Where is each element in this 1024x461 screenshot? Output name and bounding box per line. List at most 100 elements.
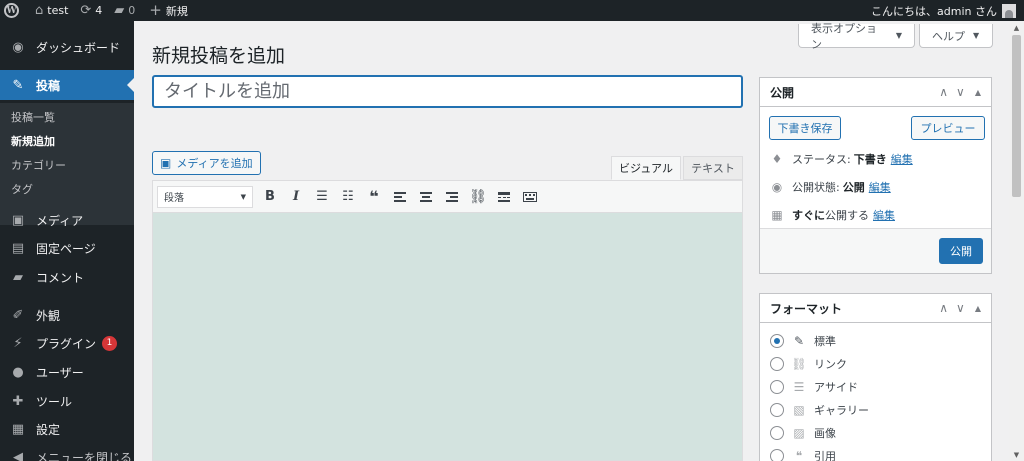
align-left-button[interactable] [387,185,413,209]
bullet-list-button[interactable]: ☰ [309,185,335,209]
format-option-gallery[interactable]: ▧ ギャラリー [770,402,869,418]
menu-plugins[interactable]: ⚡ プラグイン 1 [0,328,134,358]
plugins-update-badge: 1 [102,335,118,351]
italic-icon: I [292,189,300,204]
align-right-button[interactable] [439,185,465,209]
radio-button[interactable] [770,334,784,348]
align-center-button[interactable] [413,185,439,209]
updates-link[interactable]: ⟳ 4 [74,0,108,21]
menu-appearance[interactable]: ✐ 外観 [0,300,134,330]
menu-dashboard[interactable]: ◉ ダッシュボード [0,32,134,62]
add-media-button[interactable]: ▣ メディアを追加 [152,151,261,175]
scroll-down-arrow-icon[interactable]: ▼ [1009,448,1024,461]
menu-comments-label: コメント [36,270,85,285]
bold-button[interactable]: B [257,185,283,209]
collapse-arrow-icon: ◀ [13,449,23,461]
edit-schedule-link[interactable]: 編集 [873,207,895,223]
submenu-all-posts[interactable]: 投稿一覧 [11,109,55,125]
screen-options-label: 表示オプション [811,21,877,51]
page-scrollbar[interactable]: ▲ ▼ [1009,21,1024,461]
menu-tools[interactable]: ✚ ツール [0,386,134,416]
content-editor[interactable] [152,213,743,461]
menu-comments[interactable]: ▰ コメント [0,262,134,292]
toggle-panel-icon[interactable]: ▲ [975,88,981,97]
insert-link-button[interactable]: ⛓ [465,185,491,209]
move-up-icon[interactable]: ∧ [939,85,948,99]
keyboard-icon [523,191,537,202]
edit-status-link[interactable]: 編集 [891,151,913,167]
format-option-link[interactable]: ⛓ リンク [770,356,847,372]
menu-settings[interactable]: ▦ 設定 [0,414,134,444]
format-option-label: アサイド [814,381,858,394]
move-up-icon[interactable]: ∧ [939,301,948,315]
media-icon: ▣ [11,212,25,228]
preview-label: プレビュー [920,122,976,135]
submenu-tags[interactable]: タグ [11,181,33,197]
submenu-add-new[interactable]: 新規追加 [11,133,55,149]
help-button[interactable]: ヘルプ ▼ [919,24,993,48]
home-icon: ⌂ [35,3,44,18]
menu-media[interactable]: ▣ メディア [0,205,134,235]
menu-posts[interactable]: ✎ 投稿 [0,70,134,100]
screen-options-button[interactable]: 表示オプション ▼ [798,22,915,51]
wp-logo-menu[interactable]: W [0,0,25,21]
page-title: 新規投稿を追加 [152,45,286,67]
eye-icon: ◉ [771,180,783,194]
image-icon: ▨ [793,426,805,440]
scrollbar-thumb[interactable] [1012,35,1021,197]
new-content-link[interactable]: + 新規 [141,0,194,21]
avatar[interactable] [1002,3,1016,18]
edit-visibility-link[interactable]: 編集 [869,179,891,195]
format-select-value: 段落 [164,193,184,204]
publish-button[interactable]: 公開 [939,238,983,264]
editor-toolbar: 段落 ▼ B I ☰ ☷ ❝ ⛓ [152,180,743,213]
wordpress-logo-icon: W [4,3,19,18]
link-icon: ⛓ [469,188,487,205]
greeting[interactable]: こんにちは、admin さん [871,3,997,19]
radio-button[interactable] [770,357,784,371]
format-option-standard[interactable]: ✎ 標準 [770,333,836,349]
site-name-link[interactable]: ⌂ test [25,0,74,21]
read-more-button[interactable] [491,185,517,209]
user-icon: ● [12,364,24,380]
save-draft-button[interactable]: 下書き保存 [769,116,841,140]
radio-button[interactable] [770,403,784,417]
menu-tools-label: ツール [36,394,73,409]
paintbrush-icon: ✐ [12,307,24,323]
submenu-categories[interactable]: カテゴリー [11,157,66,173]
comments-link[interactable]: ▰ 0 [108,0,141,21]
menu-users[interactable]: ● ユーザー [0,357,134,387]
radio-button[interactable] [770,449,784,461]
menu-pages[interactable]: ▤ 固定ページ [0,233,134,263]
format-option-aside[interactable]: ☰ アサイド [770,379,858,395]
toggle-panel-icon[interactable]: ▲ [975,304,981,313]
move-down-icon[interactable]: ∨ [956,301,965,315]
plus-icon: + [149,1,162,19]
radio-button[interactable] [770,380,784,394]
tab-visual[interactable]: ビジュアル [611,156,681,180]
numbered-list-button[interactable]: ☷ [335,185,361,209]
blockquote-button[interactable]: ❝ [361,185,387,209]
format-option-quote[interactable]: ❝ 引用 [770,448,836,461]
main-content: 表示オプション ▼ ヘルプ ▼ 新規投稿を追加 ▣ メディアを追加 ビジュアル … [134,21,1009,461]
gallery-icon: ▧ [793,403,805,417]
post-title-input[interactable] [152,75,743,108]
format-box: フォーマット ∧ ∨ ▲ ✎ 標準 ⛓ リンク ☰ アサイド ▧ ギャラリー ▨… [759,293,992,461]
format-box-header: フォーマット ∧ ∨ ▲ [760,294,991,323]
format-select[interactable]: 段落 ▼ [157,185,253,208]
menu-appearance-label: 外観 [36,308,61,323]
tab-text[interactable]: テキスト [683,156,743,180]
format-option-image[interactable]: ▨ 画像 [770,425,836,441]
move-down-icon[interactable]: ∨ [956,85,965,99]
preview-button[interactable]: プレビュー [911,116,985,140]
scroll-up-arrow-icon[interactable]: ▲ [1009,21,1024,34]
radio-button[interactable] [770,426,784,440]
dashboard-icon: ◉ [12,39,24,55]
chevron-down-icon: ▼ [240,192,246,201]
updates-icon: ⟳ [80,3,92,18]
collapse-menu-button[interactable]: ◀ メニューを閉じる [0,442,134,461]
toolbar-toggle-button[interactable] [517,185,543,209]
italic-button[interactable]: I [283,185,309,209]
quote-icon: ❝ [795,449,803,461]
publish-button-label: 公開 [950,245,972,258]
